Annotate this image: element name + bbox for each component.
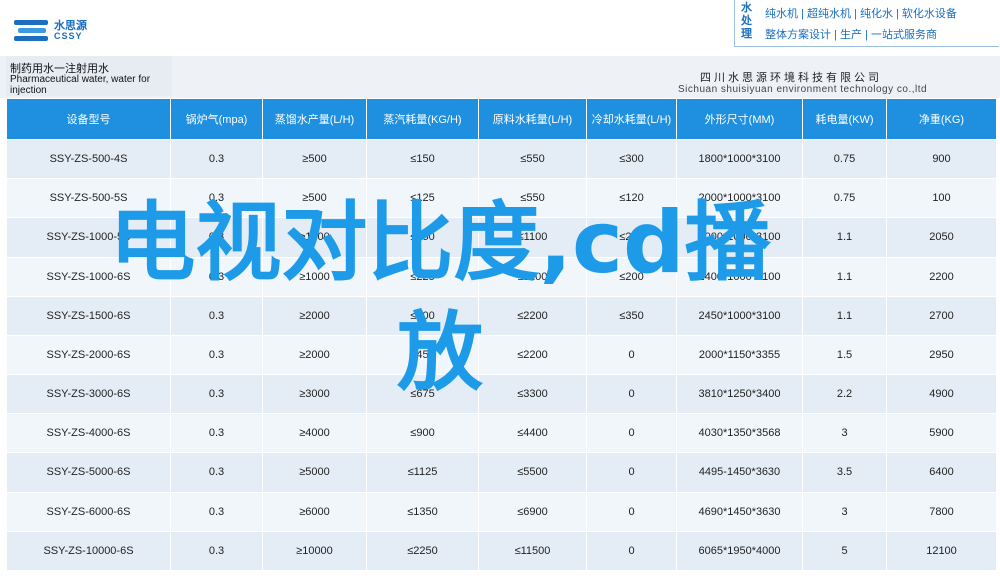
table-cell: 0: [586, 452, 677, 493]
brand-services-box: 水处理 纯水机 | 超纯水机 | 纯化水 | 软化水设备 整体方案设计 | 生产…: [734, 0, 999, 47]
brand-services-line: 整体方案设计 | 生产 | 一站式服务商: [765, 29, 937, 41]
table-cell: 4690*1450*3630: [676, 491, 803, 532]
table-cell: SSY-ZS-6000-6S: [6, 491, 171, 532]
overlay-caption: 电视对比度,cd播 放: [30, 188, 850, 408]
table-cell: ≥6000: [262, 491, 367, 532]
table-cell: 6400: [886, 452, 997, 493]
table-cell: 0.3: [170, 413, 263, 454]
table-row: SSY-ZS-6000-6S 0.3 ≥6000 ≤1350 ≤6900 0 4690*14…: [6, 491, 997, 532]
table-cell: SSY-ZS-10000-6S: [6, 530, 171, 572]
product-name-en: Pharmaceutical water, water for injectio…: [10, 74, 151, 96]
table-cell: SSY-ZS-500-4S: [6, 138, 171, 180]
table-cell: ≤11500: [478, 530, 587, 572]
table-cell: 5: [802, 530, 887, 572]
overlay-line-2: 放: [397, 303, 483, 403]
column-header: 蒸馏水产量(L/H): [262, 98, 367, 140]
table-cell: 100: [886, 178, 997, 219]
column-header: 冷却水耗量(L/H): [586, 98, 677, 140]
table-cell: ≤6900: [478, 491, 587, 532]
table-cell: 1800*1000*3100: [676, 138, 803, 180]
table-cell: 0: [586, 530, 677, 572]
column-header: 蒸汽耗量(KG/H): [366, 98, 479, 140]
brand-products-line: 纯水机 | 超纯水机 | 纯化水 | 软化水设备: [765, 8, 957, 20]
table-cell: 2700: [886, 295, 997, 336]
table-header-row: 设备型号 锅炉气(mpa) 蒸馏水产量(L/H) 蒸汽耗量(KG/H) 原料水耗量(L/…: [6, 98, 997, 140]
table-row: SSY-ZS-500-4S 0.3 ≥500 ≤150 ≤550 ≤300 1800*100…: [6, 138, 997, 180]
brand-vertical-label: 水处理: [741, 2, 752, 40]
table-cell: 0.3: [170, 530, 263, 572]
table-cell: 12100: [886, 530, 997, 572]
table-cell: 0.3: [170, 452, 263, 493]
table-cell: SSY-ZS-4000-6S: [6, 413, 171, 454]
logo-mark-icon: [14, 20, 48, 41]
table-cell: 0.3: [170, 138, 263, 180]
table-cell: 0.75: [802, 138, 887, 180]
table-cell: 3: [802, 491, 887, 532]
column-header: 耗电量(KW): [802, 98, 887, 140]
table-cell: SSY-ZS-5000-6S: [6, 452, 171, 493]
table-cell: ≤900: [366, 413, 479, 454]
table-cell: ≤300: [586, 138, 677, 180]
column-header: 净重(KG): [886, 98, 997, 140]
table-cell: 3.5: [802, 452, 887, 493]
table-cell: 0.3: [170, 491, 263, 532]
table-cell: ≥500: [262, 138, 367, 180]
table-cell: ≥5000: [262, 452, 367, 493]
table-cell: ≤550: [478, 138, 587, 180]
column-header: 原料水耗量(L/H): [478, 98, 587, 140]
table-cell: 4495-1450*3630: [676, 452, 803, 493]
table-cell: 2950: [886, 334, 997, 376]
table-cell: 900: [886, 138, 997, 180]
column-header: 外形尺寸(MM): [676, 98, 803, 140]
table-cell: 0: [586, 491, 677, 532]
table-cell: ≥4000: [262, 413, 367, 454]
table-cell: 4030*1350*3568: [676, 413, 803, 454]
table-cell: ≤150: [366, 138, 479, 180]
table-row: SSY-ZS-10000-6S 0.3 ≥10000 ≤2250 ≤11500 0 6065…: [6, 530, 997, 572]
table-cell: 7800: [886, 491, 997, 532]
company-logo[interactable]: 水思源 CSSY: [14, 14, 104, 46]
table-cell: ≤4400: [478, 413, 587, 454]
column-header: 锅炉气(mpa): [170, 98, 263, 140]
table-cell: 0: [586, 413, 677, 454]
table-cell: 2200: [886, 256, 997, 297]
column-header: 设备型号: [6, 98, 171, 140]
overlay-line-1: 电视对比度,cd播: [109, 193, 771, 293]
company-name-cn: 四川水思源环境科技有限公司: [700, 72, 882, 84]
table-cell: 5900: [886, 413, 997, 454]
table-cell: ≤1125: [366, 452, 479, 493]
logo-text-en: CSSY: [54, 31, 83, 41]
table-cell: ≤1350: [366, 491, 479, 532]
table-cell: 4900: [886, 374, 997, 415]
company-name-en: Sichuan shuisiyuan environment technolog…: [678, 84, 928, 95]
table-cell: 3: [802, 413, 887, 454]
table-cell: 2050: [886, 217, 997, 258]
table-cell: ≥10000: [262, 530, 367, 572]
product-name-box: 制药用水一注射用水 Pharmaceutical water, water fo…: [6, 56, 172, 96]
table-row: SSY-ZS-5000-6S 0.3 ≥5000 ≤1125 ≤5500 0 4495-14…: [6, 452, 997, 493]
table-row: SSY-ZS-4000-6S 0.3 ≥4000 ≤900 ≤4400 0 4030*135…: [6, 413, 997, 454]
table-cell: ≤2250: [366, 530, 479, 572]
table-cell: ≤5500: [478, 452, 587, 493]
table-cell: 6065*1950*4000: [676, 530, 803, 572]
